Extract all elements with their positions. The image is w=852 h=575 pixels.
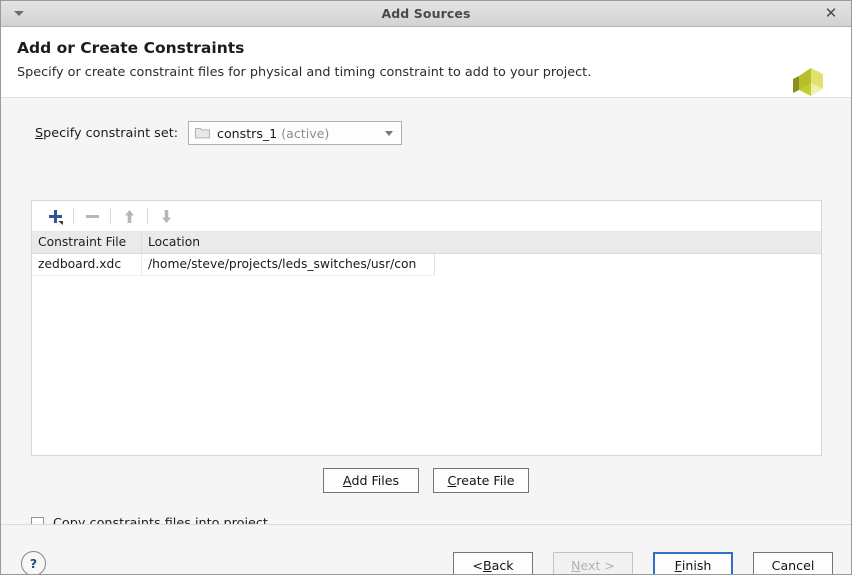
folder-icon xyxy=(195,127,210,139)
next-button: Next > xyxy=(553,552,633,575)
window-menu-button[interactable] xyxy=(9,1,29,26)
cell-location: /home/steve/projects/leds_switches/usr/c… xyxy=(142,254,435,275)
add-files-button[interactable]: Add Files xyxy=(323,468,419,493)
add-source-button[interactable] xyxy=(42,205,68,227)
title-bar: Add Sources ✕ xyxy=(1,1,851,27)
constraint-set-name: constrs_1 xyxy=(217,126,277,141)
window-title: Add Sources xyxy=(381,6,470,21)
constraint-set-label: Specify constraint set: xyxy=(35,126,178,141)
file-actions: Add Files Create File xyxy=(1,468,851,493)
help-button[interactable]: ? xyxy=(21,551,46,575)
finish-button[interactable]: Finish xyxy=(653,552,733,575)
arrow-up-icon xyxy=(121,208,138,225)
column-header-constraint-file[interactable]: Constraint File xyxy=(32,232,142,253)
caret-down-icon xyxy=(14,11,24,16)
arrow-down-icon xyxy=(158,208,175,225)
back-button[interactable]: < Back xyxy=(453,552,533,575)
constraint-files-panel: Constraint File Location zedboard.xdc /h… xyxy=(31,200,822,456)
create-file-button[interactable]: Create File xyxy=(433,468,529,493)
toolbar-separator xyxy=(73,208,74,224)
close-icon[interactable]: ✕ xyxy=(821,1,841,26)
move-down-button[interactable] xyxy=(153,205,179,227)
toolbar-separator xyxy=(147,208,148,224)
minus-icon xyxy=(84,208,101,225)
constraint-set-value: constrs_1 (active) xyxy=(217,126,381,141)
file-toolbar xyxy=(32,201,821,232)
cell-constraint-file: zedboard.xdc xyxy=(32,254,142,275)
dialog-header: Add or Create Constraints Specify or cre… xyxy=(1,27,851,98)
table-header: Constraint File Location xyxy=(32,232,821,254)
add-sources-dialog: Add Sources ✕ Add or Create Constraints … xyxy=(0,0,852,575)
table-row[interactable]: zedboard.xdc /home/steve/projects/leds_s… xyxy=(32,254,435,276)
remove-source-button[interactable] xyxy=(79,205,105,227)
wizard-navigation: < Back Next > Finish Cancel xyxy=(453,552,833,575)
constraint-set-row: Specify constraint set: constrs_1 (activ… xyxy=(35,118,835,148)
dialog-body: Specify constraint set: constrs_1 (activ… xyxy=(1,118,851,524)
page-title: Add or Create Constraints xyxy=(17,39,835,57)
page-subtitle: Specify or create constraint files for p… xyxy=(17,65,835,80)
chevron-down-icon[interactable] xyxy=(381,131,397,136)
dialog-footer: ? < Back Next > Finish Cancel xyxy=(1,524,851,575)
constraint-set-combobox[interactable]: constrs_1 (active) xyxy=(188,121,402,145)
cancel-button[interactable]: Cancel xyxy=(753,552,833,575)
column-header-location[interactable]: Location xyxy=(142,232,821,253)
move-up-button[interactable] xyxy=(116,205,142,227)
constraint-set-state: (active) xyxy=(281,126,329,141)
toolbar-separator xyxy=(110,208,111,224)
plus-icon xyxy=(47,208,64,225)
xilinx-logo-icon xyxy=(789,63,837,111)
